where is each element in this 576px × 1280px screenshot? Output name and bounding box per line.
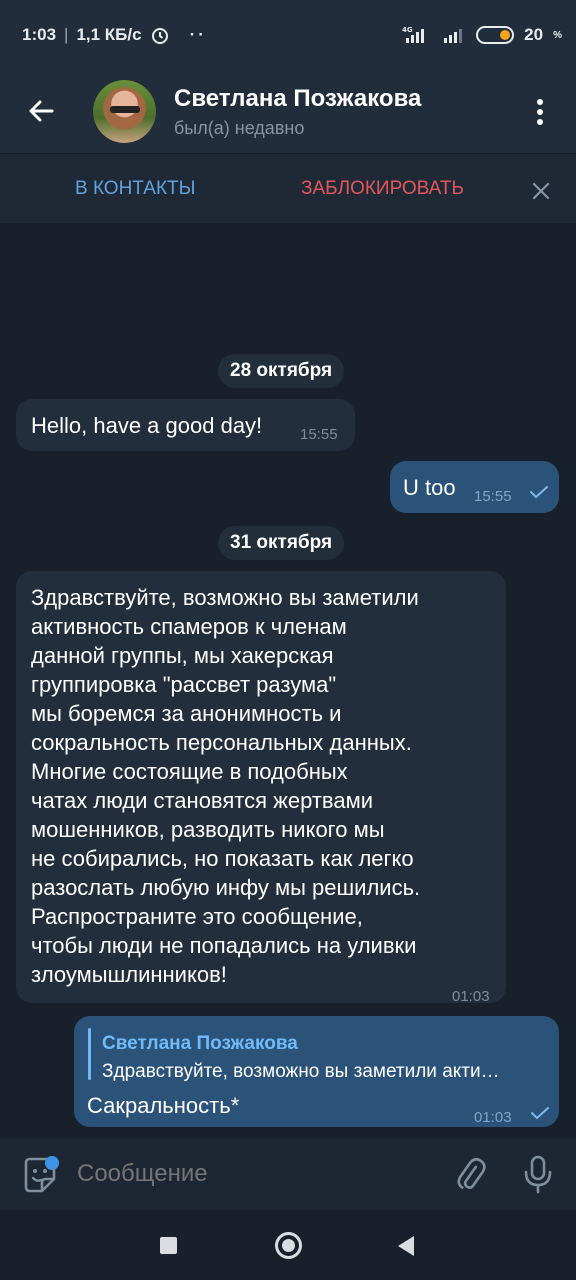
- chat-header: Светлана Позжакова был(а) недавно: [0, 70, 576, 153]
- status-bar: 1:03 | 1,1 КБ/с ·· 4G 20 %: [0, 0, 576, 70]
- reply-preview[interactable]: Здравствуйте, возможно вы заметили акти…: [102, 1057, 547, 1086]
- system-back-button[interactable]: [398, 1236, 414, 1256]
- arrow-left-icon: [29, 100, 54, 122]
- message-time: 15:55: [300, 426, 338, 443]
- reply-quote-bar: [88, 1028, 91, 1080]
- microphone-icon[interactable]: [520, 1154, 556, 1194]
- battery-level: 20: [524, 25, 544, 44]
- new-stickers-badge: [45, 1156, 59, 1170]
- status-divider: |: [64, 25, 69, 44]
- contact-action-bar: В КОНТАКТЫ ЗАБЛОКИРОВАТЬ: [0, 153, 576, 223]
- telegram-chat-screen: 1:03 | 1,1 КБ/с ·· 4G 20 % Светлана Позж…: [0, 0, 576, 1280]
- read-check-icon: [531, 1107, 549, 1119]
- battery-icon: [476, 26, 515, 44]
- message-outgoing-reply[interactable]: Светлана Позжакова Здравствуйте, возможн…: [74, 1016, 559, 1127]
- svg-text:4G: 4G: [402, 26, 413, 34]
- message-text: Сакральность*: [87, 1093, 240, 1118]
- add-to-contacts-button[interactable]: В КОНТАКТЫ: [75, 178, 195, 200]
- signal-4g-icon: 4G: [402, 26, 425, 43]
- message-time: 01:03: [452, 988, 490, 1005]
- message-input[interactable]: [77, 1160, 437, 1188]
- message-text: Hello, have a good day!: [31, 413, 263, 438]
- status-network-speed: 1,1 КБ/с: [76, 25, 142, 44]
- avatar[interactable]: [93, 80, 156, 143]
- message-time: 15:55: [474, 488, 512, 505]
- read-check-icon: [530, 486, 548, 498]
- battery-percent-sign: %: [553, 29, 562, 41]
- block-user-button[interactable]: ЗАБЛОКИРОВАТЬ: [301, 178, 464, 200]
- message-list[interactable]: 28 октября Hello, have a good day! 15:55…: [0, 223, 576, 1138]
- status-time: 1:03: [22, 25, 57, 44]
- alarm-icon: [151, 28, 168, 44]
- contact-name[interactable]: Светлана Позжакова: [174, 85, 421, 113]
- message-time: 01:03: [474, 1109, 512, 1126]
- more-menu-button[interactable]: [525, 92, 555, 132]
- recents-button[interactable]: [160, 1237, 177, 1254]
- home-button[interactable]: [275, 1232, 302, 1259]
- reply-author[interactable]: Светлана Позжакова: [102, 1029, 298, 1058]
- signal-icon: [444, 29, 463, 43]
- message-composer: [0, 1138, 576, 1210]
- date-separator: 31 октября: [218, 526, 345, 560]
- attach-icon[interactable]: [452, 1156, 488, 1192]
- message-incoming[interactable]: Здравствуйте, возможно вы заметили актив…: [16, 571, 506, 1005]
- system-nav-bar: [0, 1210, 576, 1280]
- back-button[interactable]: [20, 90, 62, 132]
- message-incoming[interactable]: Hello, have a good day! 15:55: [16, 399, 355, 451]
- more-notifications-icon: ··: [189, 25, 207, 44]
- close-icon: [532, 182, 550, 200]
- contact-last-seen: был(а) недавно: [174, 118, 305, 138]
- date-separator: 28 октября: [218, 354, 345, 388]
- message-outgoing[interactable]: U too 15:55: [390, 461, 559, 513]
- more-vertical-icon: [537, 99, 543, 125]
- close-action-bar-button[interactable]: [524, 174, 558, 208]
- message-text: Здравствуйте, возможно вы заметили актив…: [31, 585, 421, 987]
- message-text: U too: [403, 475, 456, 500]
